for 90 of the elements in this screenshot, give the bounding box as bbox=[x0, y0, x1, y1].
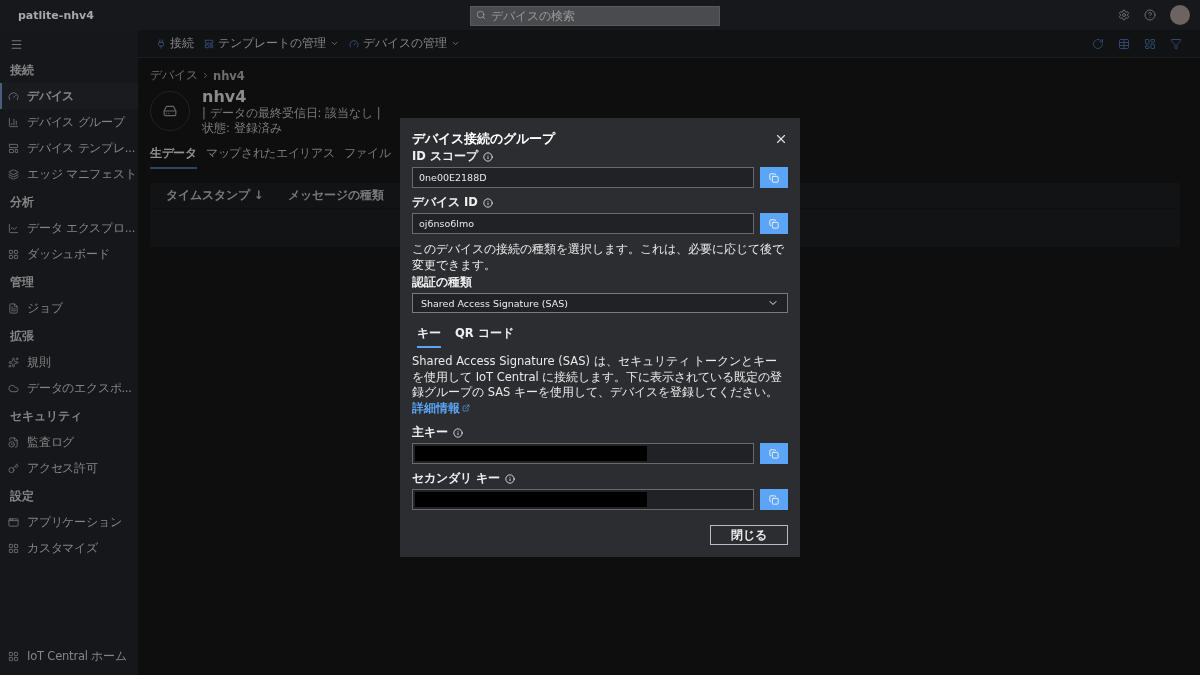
key-field[interactable] bbox=[412, 443, 754, 465]
column-header[interactable]: メッセージの種類 bbox=[287, 187, 384, 203]
sidebar-item[interactable]: データ エクスプロ... bbox=[0, 215, 138, 241]
learn-more-link[interactable]: 詳細情報 bbox=[412, 400, 470, 417]
section-heading: 管理 bbox=[9, 274, 35, 291]
text-field[interactable]: 0ne00E2188D bbox=[412, 167, 754, 188]
sidebar-item[interactable]: エッジ マニフェスト bbox=[0, 161, 138, 187]
search-field[interactable]: デバイスの検索 bbox=[470, 6, 720, 26]
section-heading: 拡張 bbox=[9, 328, 35, 345]
key-field[interactable] bbox=[412, 489, 754, 511]
field-label: デバイス ID bbox=[412, 195, 478, 210]
filter-icon bbox=[1170, 37, 1182, 50]
gauge-icon bbox=[8, 90, 19, 102]
copy-icon bbox=[769, 172, 779, 183]
dialog-title: デバイス接続のグループ bbox=[412, 130, 555, 148]
copy-icon bbox=[769, 494, 779, 505]
copy-icon bbox=[769, 448, 779, 459]
external-link-icon bbox=[462, 404, 470, 413]
layers-icon bbox=[8, 168, 19, 180]
settings-icon bbox=[1118, 9, 1130, 21]
section-heading: セキュリティ bbox=[9, 408, 83, 425]
tab[interactable]: キー bbox=[417, 323, 441, 349]
chevron-icon bbox=[201, 71, 210, 80]
sidebar-item[interactable]: 規則 bbox=[0, 349, 138, 375]
tab[interactable]: QR コード bbox=[455, 323, 514, 349]
search-icon bbox=[476, 10, 486, 20]
text-field[interactable]: oj6nso6lmo bbox=[412, 213, 754, 234]
template-icon bbox=[204, 38, 214, 49]
field-label: 主キー bbox=[412, 425, 448, 441]
sidebar-item[interactable]: ジョブ bbox=[0, 295, 138, 321]
tab[interactable]: マップされたエイリアス bbox=[205, 141, 335, 169]
grid-icon bbox=[8, 542, 19, 554]
app-title: patlite-nhv4 bbox=[18, 8, 95, 22]
info-icon[interactable] bbox=[505, 473, 515, 484]
section-heading: 設定 bbox=[9, 488, 35, 505]
gauge-icon bbox=[349, 38, 359, 49]
document-icon bbox=[8, 302, 19, 314]
sidebar-item[interactable]: データのエクスポ... bbox=[0, 375, 138, 401]
sidebar-item[interactable]: アプリケーション bbox=[0, 509, 138, 535]
close-icon[interactable] bbox=[774, 132, 788, 146]
field-label: 認証の種類 bbox=[412, 275, 472, 291]
field-label: セカンダリ キー bbox=[412, 471, 500, 487]
info-icon[interactable] bbox=[482, 197, 493, 208]
sidebar-item[interactable]: 監査ログ bbox=[0, 429, 138, 455]
key-icon bbox=[8, 462, 19, 474]
copy-icon bbox=[769, 218, 779, 229]
column-header[interactable]: タイムスタンプ ↓ bbox=[166, 187, 264, 203]
bar-chart-icon bbox=[8, 116, 19, 128]
sparkle-icon bbox=[8, 356, 19, 368]
table-icon bbox=[1118, 37, 1130, 50]
field-label: ID スコープ bbox=[412, 149, 478, 164]
cloud-icon bbox=[8, 382, 19, 394]
menu-icon[interactable] bbox=[10, 38, 23, 51]
window-icon bbox=[8, 516, 19, 528]
sidebar-item[interactable]: デバイス bbox=[0, 83, 138, 109]
tab[interactable]: 生データ bbox=[150, 141, 197, 169]
breadcrumb-item[interactable]: nhv4 bbox=[213, 68, 245, 83]
line-chart-icon bbox=[8, 222, 19, 234]
document-icon bbox=[8, 436, 19, 448]
layout-icon bbox=[1144, 37, 1156, 50]
tab[interactable]: ファイル bbox=[343, 141, 391, 169]
plug-icon bbox=[156, 38, 166, 49]
sidebar-item[interactable]: ダッシュボード bbox=[0, 241, 138, 267]
sidebar-item[interactable]: デバイス テンプレ... bbox=[0, 135, 138, 161]
info-icon[interactable] bbox=[453, 427, 463, 438]
template-icon bbox=[8, 142, 19, 154]
hint-text: このデバイスの接続の種類を選択します。これは、必要に応じて後で変更できます。 bbox=[412, 242, 785, 274]
sidebar-item[interactable]: カスタマイズ bbox=[0, 535, 138, 561]
section-heading: 接続 bbox=[9, 62, 35, 79]
close-button[interactable]: 閉じる bbox=[710, 525, 788, 545]
copy-button[interactable] bbox=[760, 489, 788, 511]
grid-icon bbox=[8, 650, 19, 662]
sidebar-item[interactable]: IoT Central ホーム bbox=[0, 643, 138, 669]
section-heading: 分析 bbox=[9, 194, 35, 211]
description-text: Shared Access Signature (SAS) は、セキュリティ トークンとキーを使用して IoT Central に接続します。下に表示されている既定の登録グループの SAS キーを使用して、デバイスを登録してください。 詳細情報 bbox=[412, 354, 784, 417]
device-name: nhv4 bbox=[202, 87, 248, 106]
grid-icon bbox=[8, 248, 19, 260]
toolbar-button[interactable]: テンプレートの管理 bbox=[204, 36, 339, 51]
info-icon[interactable] bbox=[482, 151, 493, 162]
breadcrumb-item[interactable]: デバイス bbox=[150, 68, 198, 83]
toolbar-button[interactable]: 接続 bbox=[156, 36, 194, 51]
toolbar-button[interactable]: デバイスの管理 bbox=[349, 36, 460, 51]
sidebar-item[interactable]: アクセス許可 bbox=[0, 455, 138, 481]
help-icon bbox=[1144, 9, 1156, 21]
avatar[interactable] bbox=[1170, 5, 1190, 25]
copy-button[interactable] bbox=[760, 443, 788, 465]
device-meta: | データの最終受信日: 該当なし | 状態: 登録済み bbox=[202, 106, 382, 136]
sidebar-item[interactable]: デバイス グループ bbox=[0, 109, 138, 135]
auth-dropdown[interactable]: Shared Access Signature (SAS) bbox=[412, 293, 788, 314]
refresh-icon bbox=[1092, 37, 1104, 50]
